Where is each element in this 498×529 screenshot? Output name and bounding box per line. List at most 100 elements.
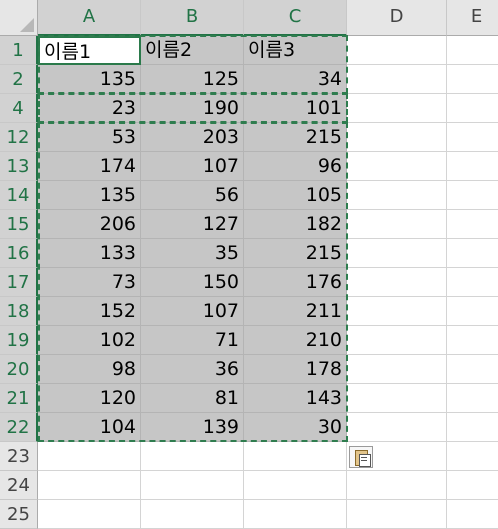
row-header-19[interactable]: 19 bbox=[0, 326, 38, 355]
cell-d13[interactable] bbox=[347, 152, 447, 181]
column-header-c[interactable]: C bbox=[244, 0, 347, 36]
cell-d19[interactable] bbox=[347, 326, 447, 355]
cell-b4[interactable]: 190 bbox=[141, 94, 244, 123]
cell-b1[interactable]: 이름2 bbox=[141, 36, 244, 65]
cell-a22[interactable]: 104 bbox=[38, 413, 141, 442]
row-header-12[interactable]: 12 bbox=[0, 123, 38, 152]
cell-d4[interactable] bbox=[347, 94, 447, 123]
cell-d20[interactable] bbox=[347, 355, 447, 384]
cell-a17[interactable]: 73 bbox=[38, 268, 141, 297]
column-header-a[interactable]: A bbox=[38, 0, 141, 36]
cell-c18[interactable]: 211 bbox=[244, 297, 347, 326]
active-cell[interactable]: 이름1 bbox=[38, 36, 141, 65]
cell-d15[interactable] bbox=[347, 210, 447, 239]
cell-b14[interactable]: 56 bbox=[141, 181, 244, 210]
cell-d21[interactable] bbox=[347, 384, 447, 413]
cell-e24[interactable] bbox=[447, 471, 498, 500]
cell-c2[interactable]: 34 bbox=[244, 65, 347, 94]
cell-d24[interactable] bbox=[347, 471, 447, 500]
cell-b24[interactable] bbox=[141, 471, 244, 500]
cell-d25[interactable] bbox=[347, 500, 447, 529]
cell-a19[interactable]: 102 bbox=[38, 326, 141, 355]
row-header-21[interactable]: 21 bbox=[0, 384, 38, 413]
cell-c15[interactable]: 182 bbox=[244, 210, 347, 239]
cell-d14[interactable] bbox=[347, 181, 447, 210]
cell-c13[interactable]: 96 bbox=[244, 152, 347, 181]
column-header-b[interactable]: B bbox=[141, 0, 244, 36]
cell-d2[interactable] bbox=[347, 65, 447, 94]
select-all-corner[interactable] bbox=[0, 0, 38, 36]
cell-b25[interactable] bbox=[141, 500, 244, 529]
cell-d16[interactable] bbox=[347, 239, 447, 268]
spreadsheet-grid[interactable]: A B C D E 1 이름1 이름2 이름3 2 135 125 34 4 23 190 101 12 53 203… bbox=[0, 0, 498, 529]
cell-d1[interactable] bbox=[347, 36, 447, 65]
cell-e22[interactable] bbox=[447, 413, 498, 442]
cell-e4[interactable] bbox=[447, 94, 498, 123]
cell-c12[interactable]: 215 bbox=[244, 123, 347, 152]
row-header-16[interactable]: 16 bbox=[0, 239, 38, 268]
row-header-20[interactable]: 20 bbox=[0, 355, 38, 384]
cell-c4[interactable]: 101 bbox=[244, 94, 347, 123]
row-header-1[interactable]: 1 bbox=[0, 36, 38, 65]
cell-b12[interactable]: 203 bbox=[141, 123, 244, 152]
cell-a25[interactable] bbox=[38, 500, 141, 529]
cell-b22[interactable]: 139 bbox=[141, 413, 244, 442]
row-header-17[interactable]: 17 bbox=[0, 268, 38, 297]
cell-c22[interactable]: 30 bbox=[244, 413, 347, 442]
cell-c17[interactable]: 176 bbox=[244, 268, 347, 297]
cell-e18[interactable] bbox=[447, 297, 498, 326]
cell-a13[interactable]: 174 bbox=[38, 152, 141, 181]
cell-d18[interactable] bbox=[347, 297, 447, 326]
cell-b23[interactable] bbox=[141, 442, 244, 471]
column-header-e[interactable]: E bbox=[447, 0, 498, 36]
cell-d22[interactable] bbox=[347, 413, 447, 442]
row-header-23[interactable]: 23 bbox=[0, 442, 38, 471]
cell-c25[interactable] bbox=[244, 500, 347, 529]
row-header-25[interactable]: 25 bbox=[0, 500, 38, 529]
row-header-14[interactable]: 14 bbox=[0, 181, 38, 210]
cell-b20[interactable]: 36 bbox=[141, 355, 244, 384]
cell-e1[interactable] bbox=[447, 36, 498, 65]
cell-a23[interactable] bbox=[38, 442, 141, 471]
cell-c24[interactable] bbox=[244, 471, 347, 500]
cell-b19[interactable]: 71 bbox=[141, 326, 244, 355]
row-header-18[interactable]: 18 bbox=[0, 297, 38, 326]
cell-e17[interactable] bbox=[447, 268, 498, 297]
cell-e16[interactable] bbox=[447, 239, 498, 268]
cell-b2[interactable]: 125 bbox=[141, 65, 244, 94]
row-header-13[interactable]: 13 bbox=[0, 152, 38, 181]
cell-a4[interactable]: 23 bbox=[38, 94, 141, 123]
cell-e2[interactable] bbox=[447, 65, 498, 94]
cell-a14[interactable]: 135 bbox=[38, 181, 141, 210]
cell-a21[interactable]: 120 bbox=[38, 384, 141, 413]
cell-b16[interactable]: 35 bbox=[141, 239, 244, 268]
cell-e14[interactable] bbox=[447, 181, 498, 210]
row-header-4[interactable]: 4 bbox=[0, 94, 38, 123]
cell-c20[interactable]: 178 bbox=[244, 355, 347, 384]
paste-options-button[interactable] bbox=[349, 446, 373, 468]
cell-e23[interactable] bbox=[447, 442, 498, 471]
cell-e12[interactable] bbox=[447, 123, 498, 152]
cell-c21[interactable]: 143 bbox=[244, 384, 347, 413]
cell-e19[interactable] bbox=[447, 326, 498, 355]
cell-e13[interactable] bbox=[447, 152, 498, 181]
cell-a24[interactable] bbox=[38, 471, 141, 500]
cell-c19[interactable]: 210 bbox=[244, 326, 347, 355]
cell-c14[interactable]: 105 bbox=[244, 181, 347, 210]
row-header-24[interactable]: 24 bbox=[0, 471, 38, 500]
cell-c23[interactable] bbox=[244, 442, 347, 471]
cell-d12[interactable] bbox=[347, 123, 447, 152]
row-header-22[interactable]: 22 bbox=[0, 413, 38, 442]
cell-a12[interactable]: 53 bbox=[38, 123, 141, 152]
cell-b18[interactable]: 107 bbox=[141, 297, 244, 326]
cell-b13[interactable]: 107 bbox=[141, 152, 244, 181]
cell-e15[interactable] bbox=[447, 210, 498, 239]
cell-b21[interactable]: 81 bbox=[141, 384, 244, 413]
row-header-15[interactable]: 15 bbox=[0, 210, 38, 239]
cell-b17[interactable]: 150 bbox=[141, 268, 244, 297]
cell-a16[interactable]: 133 bbox=[38, 239, 141, 268]
cell-b15[interactable]: 127 bbox=[141, 210, 244, 239]
cell-e20[interactable] bbox=[447, 355, 498, 384]
cell-a20[interactable]: 98 bbox=[38, 355, 141, 384]
cell-c1[interactable]: 이름3 bbox=[244, 36, 347, 65]
